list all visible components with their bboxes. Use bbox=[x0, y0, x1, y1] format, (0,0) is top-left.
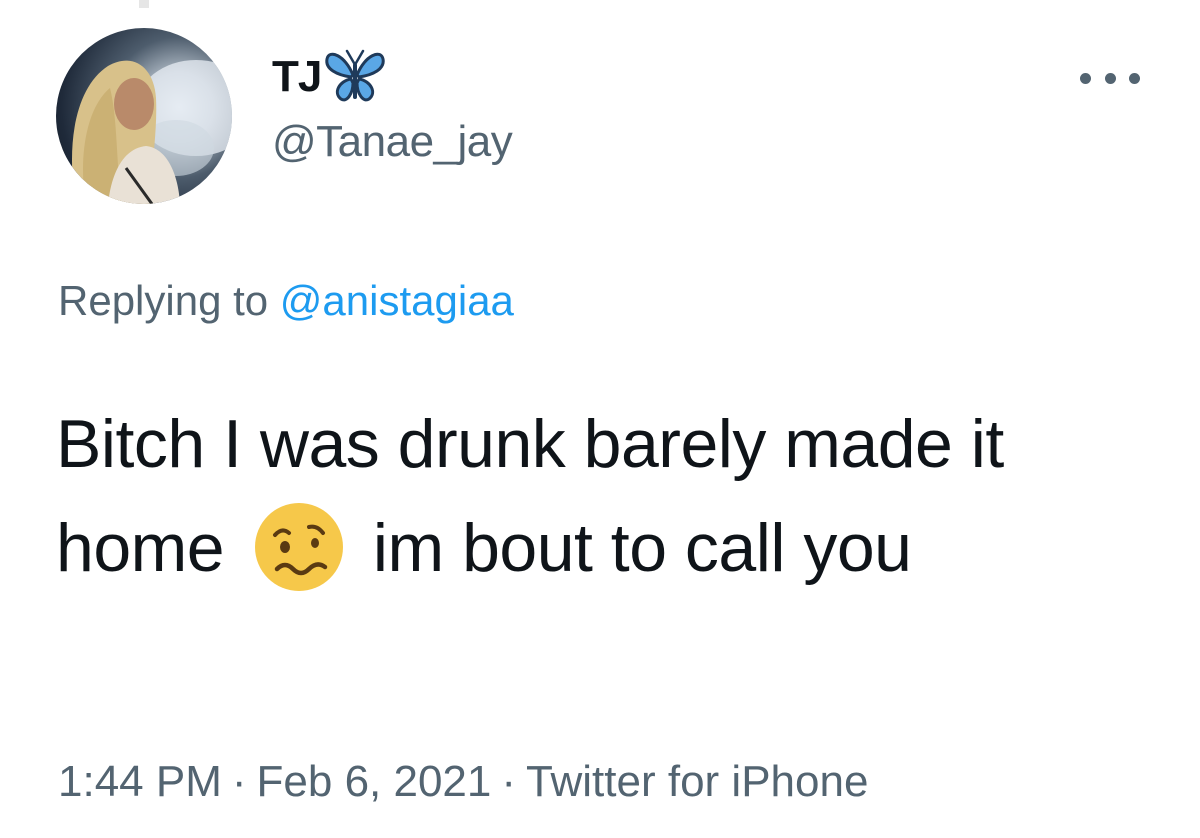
tweet-card: TJ @Tanae_jay Replying to @anistagiaa Bi… bbox=[0, 0, 1200, 838]
display-name[interactable]: TJ bbox=[272, 55, 322, 99]
more-options-button[interactable] bbox=[1080, 58, 1140, 98]
woozy-face-icon bbox=[249, 497, 349, 597]
author-name-row[interactable]: TJ bbox=[272, 42, 387, 112]
more-dot bbox=[1129, 72, 1140, 84]
tweet-date[interactable]: Feb 6, 2021 bbox=[257, 757, 492, 806]
top-edge-mark bbox=[139, 0, 149, 8]
more-dot bbox=[1080, 72, 1091, 84]
author-handle[interactable]: @Tanae_jay bbox=[272, 120, 513, 164]
avatar[interactable] bbox=[56, 28, 232, 204]
replying-to-line: Replying to @anistagiaa bbox=[58, 277, 514, 324]
reply-handle-link[interactable]: @anistagiaa bbox=[280, 277, 514, 324]
tweet-source[interactable]: Twitter for iPhone bbox=[526, 757, 868, 806]
tweet-text: Bitch I was drunk barely made it home im… bbox=[56, 392, 1166, 600]
butterfly-icon bbox=[323, 45, 387, 109]
tweet-time[interactable]: 1:44 PM bbox=[58, 757, 222, 806]
more-dot bbox=[1104, 72, 1116, 84]
tweet-text-part2: im bout to call you bbox=[372, 510, 912, 586]
meta-separator: · bbox=[501, 757, 517, 806]
tweet-meta: 1:44 PM · Feb 6, 2021 · Twitter for iPhone bbox=[58, 760, 868, 804]
meta-separator: · bbox=[231, 757, 247, 806]
replying-to-label: Replying to bbox=[58, 277, 269, 324]
